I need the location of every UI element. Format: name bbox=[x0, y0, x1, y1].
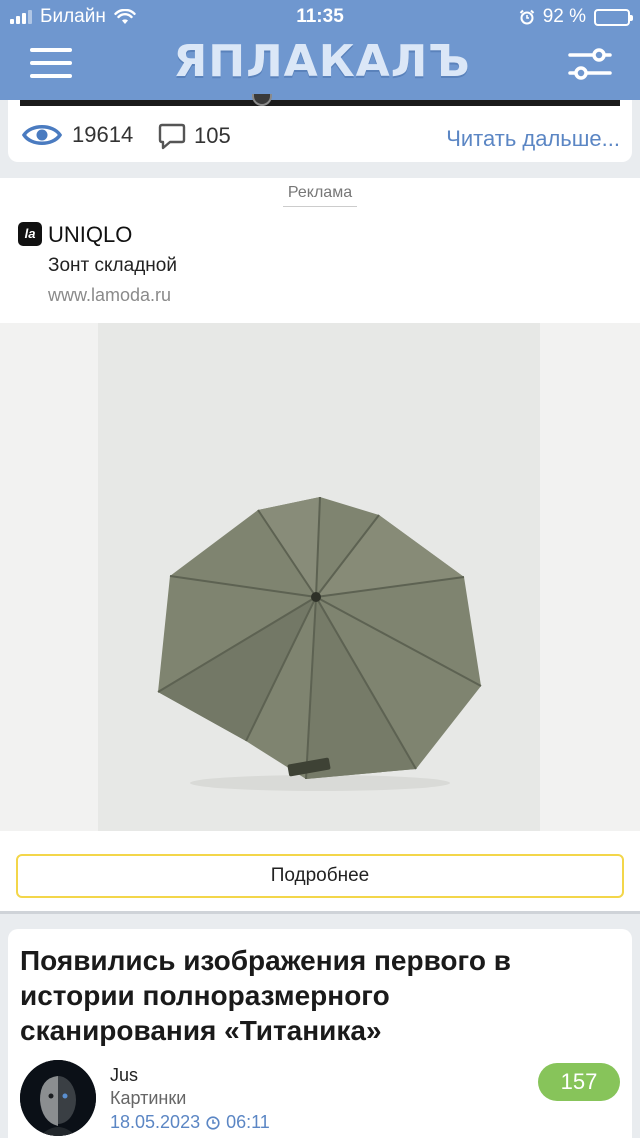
status-right: 92 % bbox=[519, 6, 633, 28]
post-image-edge[interactable] bbox=[20, 94, 620, 106]
next-post-card: Появились изображения первого в истории … bbox=[8, 929, 632, 1138]
avatar-image bbox=[20, 1060, 96, 1136]
views-count: 19614 bbox=[72, 122, 134, 147]
site-logo[interactable]: ЯПЛАКАЛЪ bbox=[172, 34, 472, 90]
ad-domain[interactable]: www.lamoda.ru bbox=[48, 285, 171, 306]
battery-icon bbox=[594, 8, 633, 26]
avatar[interactable] bbox=[20, 1060, 96, 1136]
comment-icon bbox=[158, 123, 186, 150]
previous-post-card: 19614 105 Читать дальше... bbox=[8, 94, 632, 162]
ad-text[interactable]: Зонт складной bbox=[48, 255, 177, 277]
lamoda-logo-icon: la bbox=[18, 222, 42, 246]
ad-block: Реклама la UNIQLO Зонт складной www.lamo… bbox=[0, 178, 640, 914]
post-time: 06:11 bbox=[226, 1112, 270, 1132]
ad-brand[interactable]: UNIQLO bbox=[48, 222, 132, 248]
menu-button[interactable] bbox=[30, 46, 72, 80]
ad-label: Реклама bbox=[287, 184, 353, 201]
alarm-icon bbox=[519, 9, 534, 25]
post-title[interactable]: Появились изображения первого в истории … bbox=[20, 943, 580, 1048]
umbrella-photo bbox=[98, 323, 540, 831]
comments-counter[interactable]: 105 bbox=[158, 122, 231, 150]
battery-percent: 92 % bbox=[542, 6, 586, 27]
post-author[interactable]: Jus bbox=[110, 1065, 138, 1086]
umbrella-image bbox=[157, 496, 482, 791]
ad-image[interactable] bbox=[0, 323, 640, 831]
status-bar: Билайн 11:35 92 % bbox=[0, 0, 640, 34]
post-date: 18.05.2023 bbox=[110, 1112, 201, 1132]
post-category[interactable]: Картинки bbox=[110, 1088, 186, 1109]
read-more-link[interactable]: Читать дальше... bbox=[446, 126, 620, 152]
ad-details-button[interactable]: Подробнее bbox=[16, 854, 624, 898]
comments-count: 105 bbox=[194, 123, 231, 148]
views-counter: 19614 bbox=[22, 122, 133, 148]
filter-settings-icon[interactable] bbox=[568, 46, 612, 82]
ad-label-divider bbox=[283, 206, 357, 207]
eye-icon bbox=[22, 125, 62, 145]
clock-icon bbox=[206, 1115, 220, 1130]
top-bar: Билайн 11:35 92 % ЯПЛАКАЛЪ bbox=[0, 0, 640, 100]
post-rating-badge[interactable]: 157 bbox=[538, 1063, 620, 1101]
post-datetime: 18.05.2023 06:11 bbox=[110, 1112, 270, 1133]
